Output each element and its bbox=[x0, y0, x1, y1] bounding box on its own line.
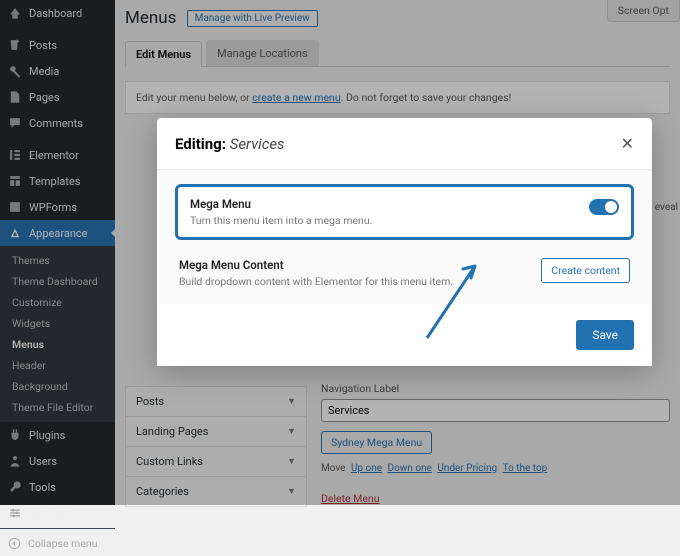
mega-menu-toggle-box: Mega Menu Turn this menu item into a meg… bbox=[175, 184, 634, 240]
mega-menu-description: Turn this menu item into a mega menu. bbox=[190, 214, 372, 227]
mm-content-label: Mega Menu Content bbox=[179, 258, 453, 272]
mega-menu-toggle[interactable] bbox=[589, 199, 619, 215]
mm-content-description: Build dropdown content with Elementor fo… bbox=[179, 275, 453, 288]
close-icon[interactable]: ✕ bbox=[621, 134, 634, 153]
save-button[interactable]: Save bbox=[576, 320, 634, 350]
create-content-button[interactable]: Create content bbox=[541, 258, 630, 283]
mega-menu-label: Mega Menu bbox=[190, 197, 372, 211]
mega-menu-modal: Editing: Services ✕ Mega Menu Turn this … bbox=[157, 118, 652, 366]
modal-title: Editing: Services bbox=[175, 135, 285, 153]
collapse-menu[interactable]: Collapse menu bbox=[0, 531, 115, 556]
